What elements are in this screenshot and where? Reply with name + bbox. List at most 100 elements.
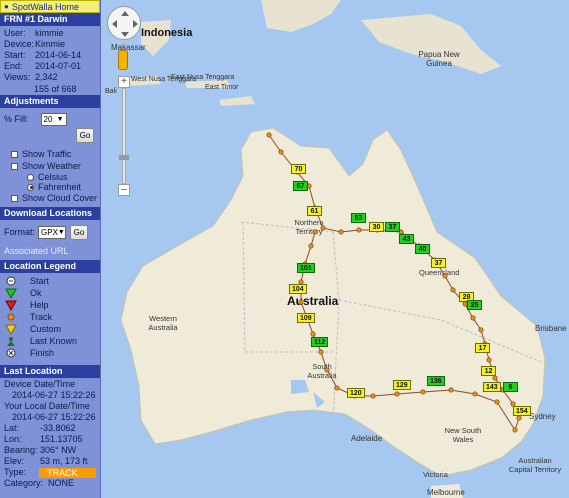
chevron-down-icon: ▼ bbox=[56, 115, 64, 123]
label: Views: bbox=[4, 72, 31, 82]
track-point[interactable] bbox=[318, 349, 324, 355]
category-row: Category: NONE bbox=[0, 478, 100, 489]
chevron-down-icon: ▼ bbox=[57, 228, 65, 236]
download-go-button[interactable]: Go bbox=[70, 224, 89, 240]
track-point[interactable] bbox=[370, 393, 376, 399]
fill-select[interactable]: 20 ▼ bbox=[40, 112, 67, 126]
checkbox-label: Show Weather bbox=[22, 161, 81, 171]
custom-flag-marker[interactable]: 37 bbox=[431, 258, 446, 268]
checkbox-box bbox=[11, 150, 18, 158]
show-weather-checkbox[interactable]: Show Weather bbox=[0, 160, 100, 172]
legend-label: Help bbox=[30, 300, 49, 310]
adjust-go-button[interactable]: Go bbox=[76, 128, 94, 143]
custom-flag-marker[interactable]: 70 bbox=[291, 164, 306, 174]
trip-device-row: Device: Kimmie bbox=[0, 39, 100, 50]
custom-flag-marker[interactable]: 143 bbox=[483, 382, 501, 392]
checkbox-box bbox=[11, 162, 18, 170]
custom-flag-marker[interactable]: 104 bbox=[289, 284, 307, 294]
type-row: Type: TRACK bbox=[0, 467, 100, 478]
ok-flag-marker[interactable]: 43 bbox=[399, 234, 414, 244]
home-link[interactable]: ● SpotWalla Home bbox=[0, 0, 100, 13]
help-flag-icon bbox=[4, 300, 18, 311]
value: kimmie bbox=[35, 28, 64, 38]
ok-flag-marker[interactable]: 136 bbox=[427, 376, 445, 386]
track-point[interactable] bbox=[298, 299, 304, 305]
radio-dot bbox=[27, 183, 34, 191]
track-point[interactable] bbox=[278, 149, 284, 155]
legend-label: Start bbox=[30, 276, 50, 286]
track-point[interactable] bbox=[310, 331, 316, 337]
ok-flag-marker[interactable]: 67 bbox=[293, 181, 308, 191]
ok-flag-marker[interactable]: 37 bbox=[385, 222, 400, 232]
ok-flag-marker[interactable]: 40 bbox=[415, 244, 430, 254]
sidebar: ● SpotWalla Home FRN #1 Darwin User: kimm… bbox=[0, 0, 101, 498]
last-location-title: Last Location bbox=[0, 365, 100, 378]
trip-title: FRN #1 Darwin bbox=[0, 13, 100, 26]
bearing-row: Bearing: 306° NW bbox=[0, 445, 100, 456]
track-point[interactable] bbox=[442, 273, 448, 279]
ok-flag-marker[interactable]: 112 bbox=[311, 337, 329, 347]
track-point[interactable] bbox=[470, 315, 476, 321]
trip-views-row: Views: 2,342 bbox=[0, 72, 100, 83]
custom-flag-icon bbox=[4, 324, 18, 335]
fill-row: % Fill: 20 ▼ bbox=[0, 108, 100, 126]
format-select[interactable]: GPX ▼ bbox=[38, 225, 67, 239]
label: Lon: bbox=[4, 434, 22, 444]
track-point[interactable] bbox=[308, 243, 314, 249]
track-point[interactable] bbox=[320, 225, 326, 231]
track-point[interactable] bbox=[450, 287, 456, 293]
track-point[interactable] bbox=[492, 375, 498, 381]
map-canvas[interactable]: + – Indonesia Makassar Bali West Nusa Te… bbox=[101, 0, 569, 498]
show-cloud-checkbox[interactable]: Show Cloud Cover bbox=[0, 192, 100, 204]
track-point[interactable] bbox=[512, 427, 518, 433]
ok-flag-icon bbox=[4, 288, 18, 299]
track-point[interactable] bbox=[338, 229, 344, 235]
custom-flag-marker[interactable]: 154 bbox=[513, 406, 531, 416]
ok-flag-marker[interactable]: 53 bbox=[351, 213, 366, 223]
custom-flag-marker[interactable]: 109 bbox=[297, 313, 315, 323]
value: 2,342 bbox=[35, 72, 58, 82]
ok-flag-marker[interactable]: 6 bbox=[503, 382, 518, 392]
track-point[interactable] bbox=[324, 367, 330, 373]
track-point[interactable] bbox=[312, 229, 318, 235]
type-badge: TRACK bbox=[39, 467, 96, 478]
checkbox-label: Show Traffic bbox=[22, 149, 72, 159]
celsius-radio[interactable]: Celsius bbox=[0, 172, 100, 182]
ok-flag-marker[interactable]: 25 bbox=[467, 300, 482, 310]
custom-flag-marker[interactable]: 30 bbox=[369, 222, 384, 232]
associated-url-link[interactable]: Associated URL bbox=[0, 240, 100, 260]
fill-value: 20 bbox=[43, 114, 53, 124]
person-icon bbox=[4, 336, 18, 347]
value: 306° NW bbox=[40, 445, 77, 455]
track-point[interactable] bbox=[486, 357, 492, 363]
track-point[interactable] bbox=[334, 385, 340, 391]
track-layer bbox=[266, 132, 522, 433]
device-datetime-label: Device Date/Time bbox=[4, 379, 76, 389]
finish-icon bbox=[4, 348, 18, 359]
download-title: Download Locations bbox=[0, 207, 100, 220]
legend-item-finish: Finish bbox=[0, 347, 100, 359]
custom-flag-marker[interactable]: 17 bbox=[475, 343, 490, 353]
fahrenheit-radio[interactable]: Fahrenheit bbox=[0, 182, 100, 192]
value: 151.13705 bbox=[40, 434, 83, 444]
track-point[interactable] bbox=[266, 132, 272, 138]
value: NONE bbox=[48, 478, 75, 488]
custom-flag-marker[interactable]: 61 bbox=[307, 206, 322, 216]
checkbox-label: Show Cloud Cover bbox=[22, 193, 98, 203]
track-point[interactable] bbox=[472, 391, 478, 397]
track-point[interactable] bbox=[420, 389, 426, 395]
trip-end-row: End: 2014-07-01 bbox=[0, 61, 100, 72]
custom-flag-marker[interactable]: 120 bbox=[347, 388, 365, 398]
custom-flag-marker[interactable]: 12 bbox=[481, 366, 496, 376]
track-point[interactable] bbox=[494, 399, 500, 405]
track-dot-icon bbox=[4, 312, 18, 323]
custom-flag-marker[interactable]: 129 bbox=[393, 380, 411, 390]
show-traffic-checkbox[interactable]: Show Traffic bbox=[0, 148, 100, 160]
track-point[interactable] bbox=[356, 227, 362, 233]
ok-flag-marker[interactable]: 101 bbox=[297, 263, 315, 273]
label: Type: bbox=[4, 467, 27, 477]
track-point[interactable] bbox=[394, 391, 400, 397]
track-point[interactable] bbox=[448, 387, 454, 393]
label: Bearing: bbox=[4, 445, 38, 455]
track-point[interactable] bbox=[478, 327, 484, 333]
